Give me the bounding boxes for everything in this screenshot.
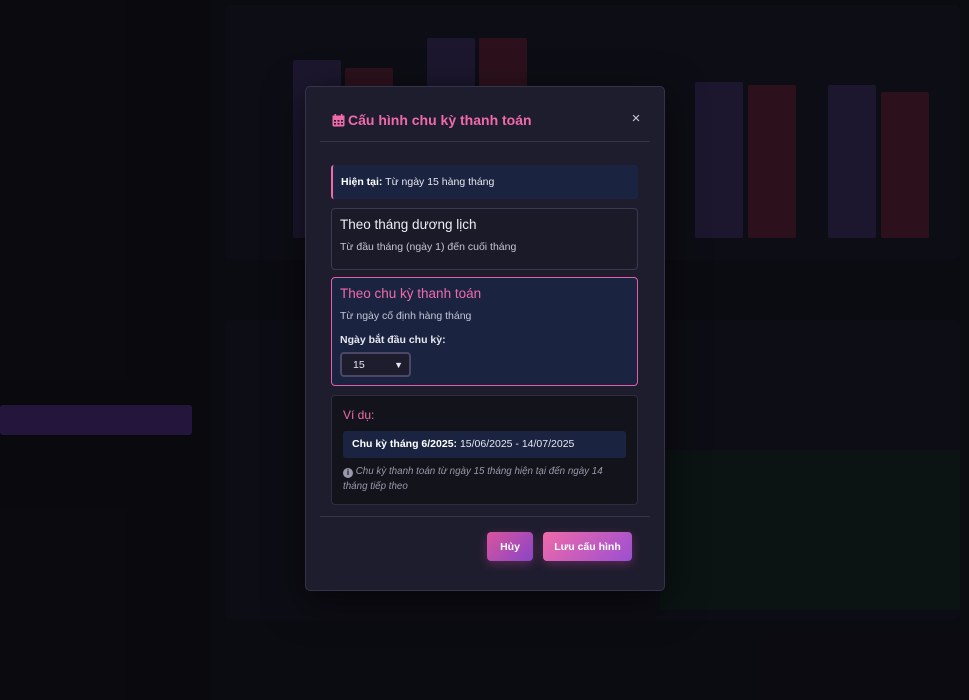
current-setting: Hiện tại: Từ ngày 15 hàng tháng xyxy=(331,165,638,199)
billing-cycle-modal: Cấu hình chu kỳ thanh toán × Hiện tại: T… xyxy=(305,86,665,591)
calendar-icon xyxy=(332,113,345,126)
example-note-text: Chu kỳ thanh toán từ ngày 15 tháng hiện … xyxy=(343,466,603,492)
option-billing-cycle[interactable]: Theo chu kỳ thanh toán Từ ngày cố định h… xyxy=(331,277,638,386)
info-icon: i xyxy=(343,468,353,478)
example-note: i Chu kỳ thanh toán từ ngày 15 tháng hiệ… xyxy=(343,464,613,494)
example-cycle: Chu kỳ tháng 6/2025: 15/06/2025 - 14/07/… xyxy=(343,431,626,458)
example-box: Ví dụ: Chu kỳ tháng 6/2025: 15/06/2025 -… xyxy=(331,395,638,505)
start-day-select[interactable]: 15 ▼ xyxy=(340,352,411,377)
modal-header: Cấu hình chu kỳ thanh toán × xyxy=(320,105,650,142)
option-title: Theo chu kỳ thanh toán xyxy=(340,286,482,301)
example-cycle-label: Chu kỳ tháng 6/2025: xyxy=(352,438,458,450)
modal-title-text: Cấu hình chu kỳ thanh toán xyxy=(348,112,532,128)
option-calendar-month[interactable]: Theo tháng dương lịch Từ đầu tháng (ngày… xyxy=(331,208,638,270)
option-title: Theo tháng dương lịch xyxy=(340,217,477,232)
cancel-button[interactable]: Hủy xyxy=(487,532,533,561)
example-title: Ví dụ: xyxy=(343,408,375,422)
current-label: Hiện tại: xyxy=(341,176,383,188)
close-button[interactable]: × xyxy=(628,111,644,127)
start-day-label: Ngày bắt đầu chu kỳ: xyxy=(340,334,446,346)
start-day-value: 15 xyxy=(353,358,365,371)
modal-footer-divider xyxy=(320,516,650,517)
example-cycle-range: 15/06/2025 - 14/07/2025 xyxy=(459,438,575,450)
modal-title: Cấu hình chu kỳ thanh toán xyxy=(332,112,532,128)
option-description: Từ đầu tháng (ngày 1) đến cuối tháng xyxy=(340,241,517,253)
chevron-down-icon: ▼ xyxy=(394,359,403,370)
option-description: Từ ngày cố định hàng tháng xyxy=(340,310,472,322)
save-config-button[interactable]: Lưu cấu hình xyxy=(543,532,632,561)
current-value: Từ ngày 15 hàng tháng xyxy=(385,176,495,188)
